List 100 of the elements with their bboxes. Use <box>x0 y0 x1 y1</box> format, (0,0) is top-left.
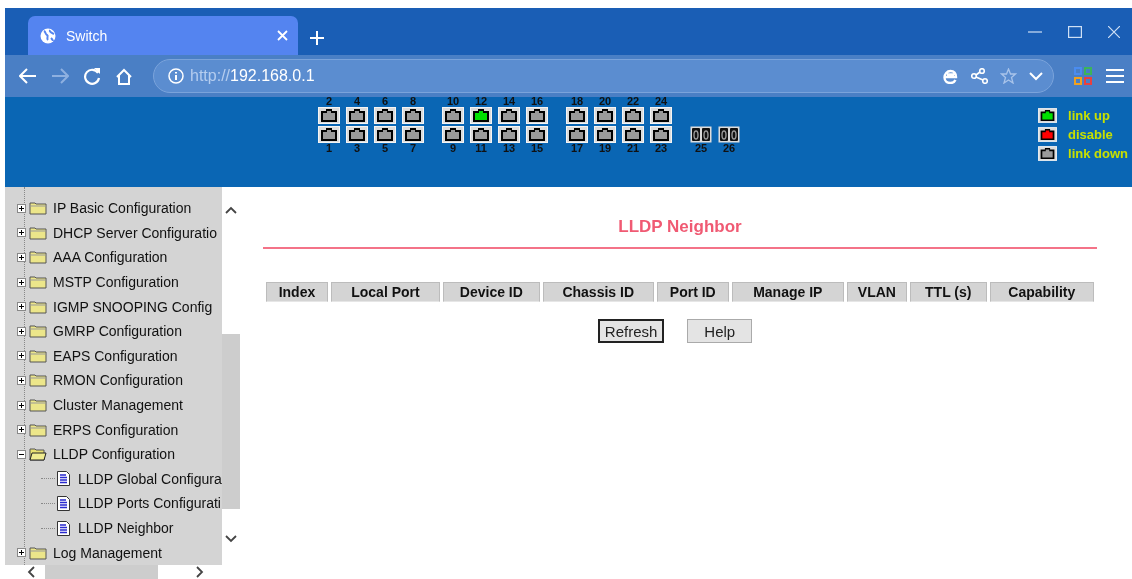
ethernet-port-icon[interactable] <box>526 107 548 124</box>
fiber-port-icon[interactable] <box>718 126 740 143</box>
ethernet-port-icon[interactable] <box>594 126 616 143</box>
column-header: Device ID <box>443 282 540 302</box>
tree-item-label[interactable]: Log Management <box>53 544 162 561</box>
folder-icon <box>29 398 47 413</box>
ethernet-port-icon[interactable] <box>650 126 672 143</box>
ethernet-port-icon[interactable] <box>318 126 340 143</box>
ethernet-port-icon[interactable] <box>442 107 464 124</box>
action-button[interactable]: Help <box>687 319 753 343</box>
tree-item-label[interactable]: IP Basic Configuration <box>53 200 192 217</box>
globe-icon <box>40 27 56 44</box>
ethernet-port-icon[interactable] <box>374 107 396 124</box>
tree-item-label[interactable]: IGMP SNOOPING Config <box>53 298 213 315</box>
ethernet-port-icon[interactable] <box>622 126 644 143</box>
scrollbar-thumb[interactable] <box>222 334 240 509</box>
tree-item-label[interactable]: AAA Configuration <box>53 249 168 266</box>
scroll-right-icon[interactable] <box>196 566 204 578</box>
port-number: 7 <box>409 143 417 154</box>
ethernet-port-icon[interactable] <box>318 107 340 124</box>
expand-icon[interactable] <box>17 203 26 213</box>
folder-icon <box>29 225 47 240</box>
new-tab-icon[interactable] <box>310 31 324 45</box>
ethernet-port-icon[interactable] <box>442 126 464 143</box>
port-number: 22 <box>626 96 640 107</box>
folder-icon <box>29 324 47 339</box>
tree-item-label[interactable]: LLDP Ports Configurati <box>78 495 221 512</box>
column-header: Capability <box>989 282 1094 302</box>
scroll-down-icon[interactable] <box>225 535 237 543</box>
ethernet-port-icon[interactable] <box>622 107 644 124</box>
ethernet-port-icon[interactable] <box>566 126 588 143</box>
folder-icon <box>29 545 47 560</box>
close-icon[interactable] <box>1108 26 1120 38</box>
ie-logo-icon[interactable] <box>942 68 959 84</box>
expand-icon[interactable] <box>17 548 26 558</box>
ethernet-port-icon[interactable] <box>402 126 424 143</box>
fiber-port-icon[interactable] <box>690 126 712 143</box>
folder-icon <box>29 275 47 290</box>
reload-icon[interactable] <box>83 67 101 85</box>
ethernet-port-icon[interactable] <box>402 107 424 124</box>
ethernet-port-icon[interactable] <box>498 126 520 143</box>
back-arrow-icon[interactable] <box>19 68 37 84</box>
expand-icon[interactable] <box>17 375 26 385</box>
tree-item-label[interactable]: LLDP Neighbor <box>78 520 174 536</box>
folder-icon <box>29 250 47 265</box>
expand-icon[interactable] <box>17 425 26 435</box>
ethernet-port-icon[interactable] <box>346 126 368 143</box>
folder-icon <box>29 299 47 314</box>
maximize-icon[interactable] <box>1068 26 1082 38</box>
tree-item-label[interactable]: LLDP Configuration <box>53 446 175 463</box>
ethernet-port-icon[interactable] <box>470 107 492 124</box>
tab-title: Switch <box>66 27 109 44</box>
tree-item-label[interactable]: ERPS Configuration <box>53 421 179 438</box>
ethernet-port-icon[interactable] <box>594 107 616 124</box>
tree-item-label[interactable]: DHCP Server Configuratio <box>53 224 217 241</box>
port-number: 2 <box>325 96 333 107</box>
scrollbar-thumb[interactable] <box>45 565 158 579</box>
expand-icon[interactable] <box>17 302 26 312</box>
port-number: 1 <box>325 143 333 154</box>
scroll-up-icon[interactable] <box>225 206 237 214</box>
ethernet-port-icon[interactable] <box>526 126 548 143</box>
port-number: 8 <box>409 96 417 107</box>
share-icon[interactable] <box>971 68 988 84</box>
chevron-down-icon[interactable] <box>1029 71 1043 81</box>
ethernet-port-icon[interactable] <box>470 126 492 143</box>
ethernet-port-icon[interactable] <box>498 107 520 124</box>
tree-item-label[interactable]: GMRP Configuration <box>53 323 182 340</box>
tree-item-label[interactable]: MSTP Configuration <box>53 274 179 291</box>
port-number: 5 <box>381 143 389 154</box>
home-icon[interactable] <box>115 67 133 85</box>
port-number: 24 <box>654 96 668 107</box>
tree-item-label[interactable]: Cluster Management <box>53 397 183 414</box>
port-number: 9 <box>449 143 457 154</box>
column-header: TTL (s) <box>909 282 987 302</box>
url-text: http://192.168.0.1 <box>190 67 316 85</box>
action-button[interactable]: Refresh <box>597 319 665 343</box>
tree-item-label[interactable]: EAPS Configuration <box>53 347 178 364</box>
port-number: 23 <box>654 143 668 154</box>
expand-icon[interactable] <box>17 228 26 238</box>
ethernet-port-icon[interactable] <box>650 107 672 124</box>
expand-icon[interactable] <box>17 326 26 336</box>
expand-icon[interactable] <box>17 253 26 262</box>
ethernet-port-icon[interactable] <box>374 126 396 143</box>
expand-icon[interactable] <box>17 400 26 410</box>
document-icon <box>57 495 70 511</box>
port-number: 21 <box>626 143 640 154</box>
expand-icon[interactable] <box>17 351 26 361</box>
folder-icon <box>29 348 47 363</box>
menu-icon[interactable] <box>1106 68 1124 84</box>
collapse-icon[interactable] <box>17 449 26 459</box>
legend-label: disable <box>1068 127 1113 142</box>
browser-tab[interactable]: Switch <box>28 16 298 55</box>
port-number: 14 <box>502 96 516 107</box>
tree-item-label[interactable]: RMON Configuration <box>53 372 183 389</box>
expand-icon[interactable] <box>17 277 26 287</box>
tree-item-label[interactable]: LLDP Global Configura <box>78 470 222 487</box>
ethernet-port-icon[interactable] <box>566 107 588 124</box>
scroll-left-icon[interactable] <box>27 566 35 578</box>
ethernet-port-icon[interactable] <box>346 107 368 124</box>
star-icon[interactable] <box>1000 68 1017 84</box>
